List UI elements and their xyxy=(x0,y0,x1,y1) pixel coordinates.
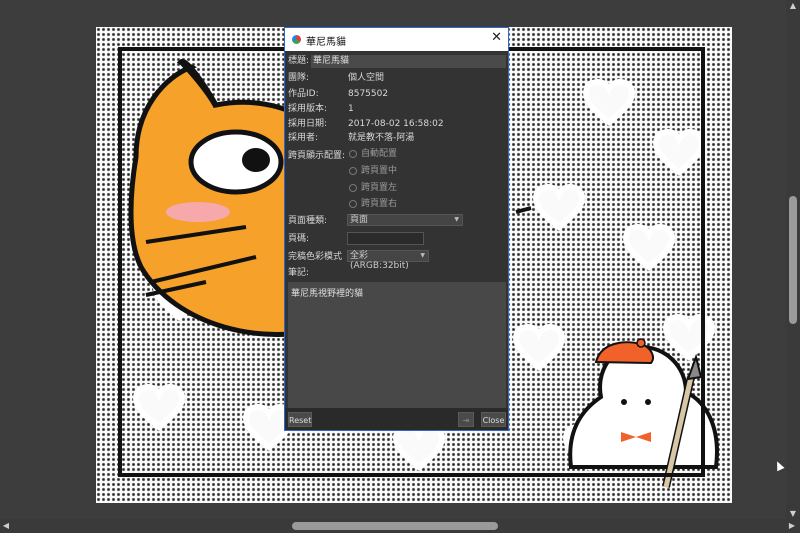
spread-label: 跨頁顯示配置: xyxy=(288,151,346,161)
vertical-scrollbar[interactable]: ▲ ▼ xyxy=(786,0,800,520)
adopter-label: 採用者: xyxy=(288,133,319,143)
page-properties-dialog: 華尼馬貓 ✕ 標題: 華尼馬貓 團隊: 個人空間 作品ID: 8575502 採… xyxy=(284,27,509,431)
work-id-value: 8575502 xyxy=(348,89,389,99)
close-icon[interactable]: ✕ xyxy=(491,30,502,45)
next-icon[interactable]: ⇥ xyxy=(458,412,474,427)
horizontal-scroll-thumb[interactable] xyxy=(292,522,498,530)
spread-option-right[interactable]: 跨頁置右 xyxy=(349,198,397,210)
mouse-cursor-icon xyxy=(773,459,785,472)
page-type-label: 頁面種類: xyxy=(288,216,328,226)
app-logo-icon xyxy=(292,35,301,44)
adopter-value: 就是教不落-阿湯 xyxy=(348,133,415,143)
spread-option-center[interactable]: 跨頁置中 xyxy=(349,165,397,177)
radio-icon xyxy=(349,166,357,175)
color-mode-select[interactable]: 全彩 (ARGB:32bit) ▼ xyxy=(347,250,429,271)
date-value: 2017-08-02 16:58:02 xyxy=(348,119,444,129)
spread-option-auto[interactable]: 自動配置 xyxy=(349,148,397,160)
chevron-down-icon: ▼ xyxy=(420,252,425,259)
scroll-right-icon[interactable]: ▶ xyxy=(786,519,798,533)
title-label: 標題: xyxy=(288,56,310,66)
dialog-titlebar[interactable]: 華尼馬貓 ✕ xyxy=(285,28,508,51)
notes-textarea[interactable]: 華尼馬視野裡的貓 xyxy=(288,282,506,408)
scroll-up-icon[interactable]: ▲ xyxy=(786,0,800,12)
version-value: 1 xyxy=(348,104,354,114)
spread-option-left[interactable]: 跨頁置左 xyxy=(349,182,397,194)
reset-button[interactable]: Reset xyxy=(288,412,312,427)
radio-icon xyxy=(349,149,357,158)
notes-label: 筆記: xyxy=(288,268,310,278)
team-value: 個人空間 xyxy=(348,73,385,83)
dialog-title: 華尼馬貓 xyxy=(306,37,346,48)
chevron-down-icon: ▼ xyxy=(454,216,459,223)
close-button[interactable]: Close xyxy=(481,412,506,427)
color-mode-label: 完稿色彩模式 xyxy=(288,252,343,262)
vertical-scroll-thumb[interactable] xyxy=(789,196,797,324)
date-label: 採用日期: xyxy=(288,119,328,129)
page-type-select[interactable]: 頁面 ▼ xyxy=(347,214,463,226)
radio-icon xyxy=(349,199,357,208)
radio-icon xyxy=(349,183,357,192)
title-input[interactable]: 華尼馬貓 xyxy=(311,55,506,68)
horizontal-scrollbar[interactable]: ◀ ▶ xyxy=(0,519,800,533)
scroll-left-icon[interactable]: ◀ xyxy=(0,519,12,533)
work-id-label: 作品ID: xyxy=(288,89,319,99)
page-number-label: 頁碼: xyxy=(288,234,310,244)
team-label: 團隊: xyxy=(288,73,310,83)
page-number-input[interactable] xyxy=(347,232,424,245)
dialog-footer: Reset ⇥ Close xyxy=(285,408,508,430)
version-label: 採用版本: xyxy=(288,104,328,114)
